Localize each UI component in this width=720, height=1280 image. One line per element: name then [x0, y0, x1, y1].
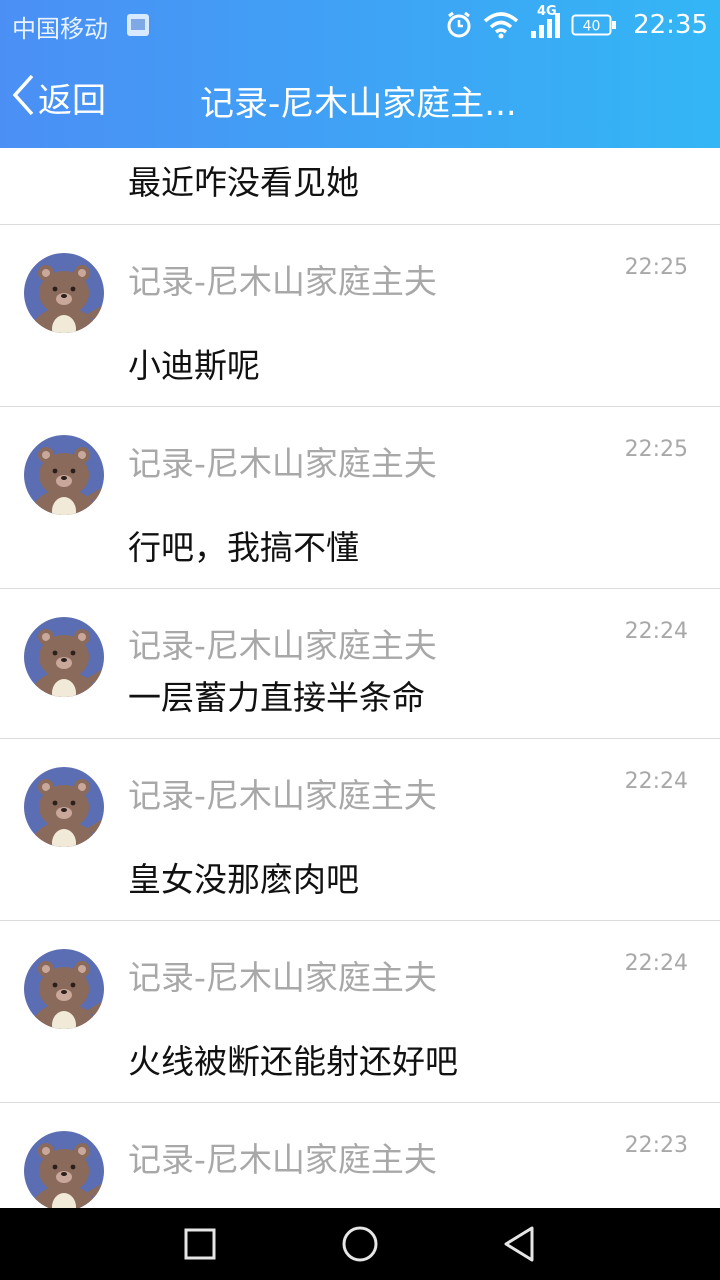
back-button[interactable]: 返回	[10, 72, 106, 122]
message-time: 22:24	[624, 951, 688, 976]
message-text: 最近咋没看见她	[128, 163, 359, 202]
message-row[interactable]: 记录-尼木山家庭主夫 22:24 火线被断还能射还好吧	[0, 921, 720, 1103]
battery-icon: 40	[571, 13, 617, 37]
chevron-left-icon	[10, 73, 36, 121]
bear-avatar[interactable]	[24, 767, 104, 847]
message-text: 一层蓄力直接半条命	[128, 678, 425, 717]
message-text: 皇女没那麽肉吧	[128, 860, 359, 899]
sender-name: 记录-尼木山家庭主夫	[128, 958, 437, 997]
bear-avatar[interactable]	[24, 253, 104, 333]
message-row[interactable]: 最近咋没看见她	[0, 148, 720, 225]
message-row[interactable]: 记录-尼木山家庭主夫 22:25 小迪斯呢	[0, 225, 720, 407]
square-icon	[178, 1228, 222, 1270]
message-time: 22:24	[624, 619, 688, 644]
message-time: 22:24	[624, 769, 688, 794]
signal-strength-icon	[529, 11, 561, 39]
carrier-name: 中国移动	[12, 15, 108, 43]
sender-name: 记录-尼木山家庭主夫	[128, 262, 437, 301]
message-time: 22:25	[624, 255, 688, 280]
sender-name: 记录-尼木山家庭主夫	[128, 626, 437, 665]
message-text: 小迪斯呢	[128, 346, 260, 385]
message-row[interactable]: 记录-尼木山家庭主夫 22:25 行吧，我搞不懂	[0, 407, 720, 589]
nav-back-button[interactable]	[498, 1222, 542, 1266]
chat-title: 记录-尼木山家庭主...	[200, 84, 517, 124]
message-list[interactable]: 最近咋没看见她 记录-尼木山家庭主夫 22:25 小迪斯呢 记录-尼木山家庭主夫…	[0, 148, 720, 1208]
message-time: 22:25	[624, 437, 688, 462]
sender-name: 记录-尼木山家庭主夫	[128, 1140, 437, 1179]
system-nav-bar	[0, 1208, 720, 1280]
bear-avatar[interactable]	[24, 435, 104, 515]
home-button[interactable]	[338, 1222, 382, 1266]
bear-avatar[interactable]	[24, 949, 104, 1029]
status-icons: 40 22:35	[445, 7, 708, 43]
wifi-icon	[483, 11, 519, 39]
message-time: 22:23	[624, 1133, 688, 1158]
battery-level: 40	[583, 19, 601, 35]
sender-name: 记录-尼木山家庭主夫	[128, 776, 437, 815]
status-time: 22:35	[633, 10, 708, 40]
message-text: 火线被断还能射还好吧	[128, 1042, 458, 1081]
top-header: 中国移动 4G 40 22:35 返回 记录-尼木山家庭主...	[0, 0, 720, 148]
bear-avatar[interactable]	[24, 1131, 104, 1208]
message-row[interactable]: 记录-尼木山家庭主夫 22:24 一层蓄力直接半条命	[0, 589, 720, 739]
circle-icon	[338, 1226, 382, 1270]
triangle-back-icon	[498, 1226, 542, 1270]
status-bar: 中国移动 4G 40 22:35	[0, 0, 720, 50]
image-notification-icon	[127, 14, 149, 36]
alarm-icon	[445, 11, 473, 39]
back-label: 返回	[38, 80, 106, 121]
message-row[interactable]: 记录-尼木山家庭主夫 22:23	[0, 1103, 720, 1208]
bear-avatar[interactable]	[24, 617, 104, 697]
recent-apps-button[interactable]	[178, 1222, 222, 1266]
message-text: 行吧，我搞不懂	[128, 528, 359, 567]
message-row[interactable]: 记录-尼木山家庭主夫 22:24 皇女没那麽肉吧	[0, 739, 720, 921]
title-bar: 返回 记录-尼木山家庭主...	[0, 50, 720, 148]
sender-name: 记录-尼木山家庭主夫	[128, 444, 437, 483]
